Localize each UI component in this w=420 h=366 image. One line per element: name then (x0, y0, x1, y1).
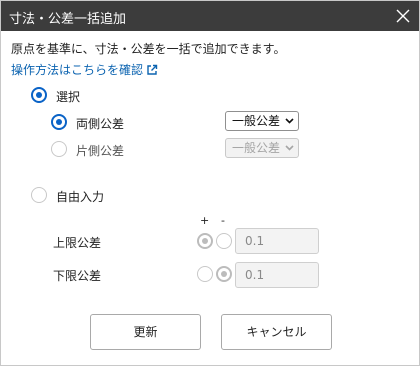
both-sides-radio[interactable] (51, 114, 67, 130)
plus-header: + (200, 214, 210, 227)
help-link-label: 操作方法はこちらを確認 (11, 63, 144, 77)
close-icon (396, 9, 410, 23)
both-sides-label: 両側公差 (76, 117, 125, 131)
both-sides-select[interactable]: 一般公差 (225, 111, 299, 131)
lower-minus-radio[interactable] (216, 266, 232, 282)
update-button[interactable]: 更新 (90, 314, 201, 350)
close-button[interactable] (393, 6, 413, 26)
both-sides-select-value: 一般公差 (232, 114, 281, 128)
title-bar: 寸法・公差一括追加 (1, 1, 419, 31)
mode-free-label: 自由入力 (56, 190, 105, 204)
chevron-down-icon (285, 145, 294, 151)
single-side-select[interactable]: 一般公差 (225, 138, 299, 158)
mode-free-radio[interactable] (31, 187, 47, 203)
external-link-icon (147, 64, 158, 75)
help-link[interactable]: 操作方法はこちらを確認 (11, 61, 158, 78)
single-side-radio[interactable] (51, 141, 67, 157)
cancel-button[interactable]: キャンセル (221, 314, 332, 350)
upper-minus-radio[interactable] (216, 233, 232, 249)
minus-header: - (221, 214, 225, 227)
description-text: 原点を基準に、寸法・公差を一括で追加できます。 (11, 42, 286, 56)
chevron-down-icon (285, 118, 294, 124)
mode-select-radio[interactable] (31, 87, 47, 103)
upper-tolerance-input[interactable]: 0.1 (235, 228, 319, 254)
single-side-select-value: 一般公差 (232, 141, 281, 155)
dialog: 寸法・公差一括追加 原点を基準に、寸法・公差を一括で追加できます。 操作方法はこ… (0, 0, 420, 366)
lower-plus-radio[interactable] (197, 266, 213, 282)
upper-plus-radio[interactable] (197, 233, 213, 249)
mode-select-label: 選択 (56, 90, 81, 104)
lower-tolerance-input[interactable]: 0.1 (235, 262, 319, 288)
single-side-label: 片側公差 (76, 144, 125, 158)
lower-tolerance-label: 下限公差 (53, 269, 102, 283)
dialog-title: 寸法・公差一括追加 (9, 12, 127, 27)
upper-tolerance-label: 上限公差 (53, 236, 102, 250)
